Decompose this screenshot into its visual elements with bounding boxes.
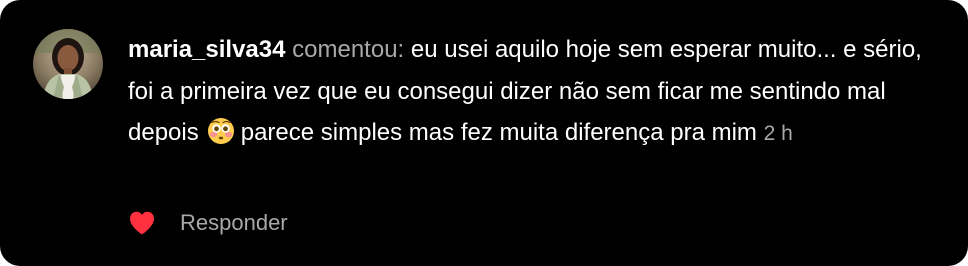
comment-verb: comentou:	[292, 36, 405, 63]
comment-actions: Responder	[128, 205, 288, 241]
heart-icon[interactable]	[128, 210, 156, 236]
comment-card: maria_silva34 comentou: eu usei aquilo h…	[0, 0, 968, 266]
comment-body: maria_silva34 comentou: eu usei aquilo h…	[128, 29, 943, 155]
comment-text-continued: parece simples mas fez muita diferença p…	[240, 119, 757, 146]
flushed-face-icon	[207, 117, 235, 145]
comment-timestamp: 2 h	[763, 122, 793, 145]
reply-button[interactable]: Responder	[180, 210, 288, 236]
avatar[interactable]	[33, 29, 103, 99]
comment-username[interactable]: maria_silva34	[128, 36, 285, 63]
avatar-image	[33, 29, 103, 99]
